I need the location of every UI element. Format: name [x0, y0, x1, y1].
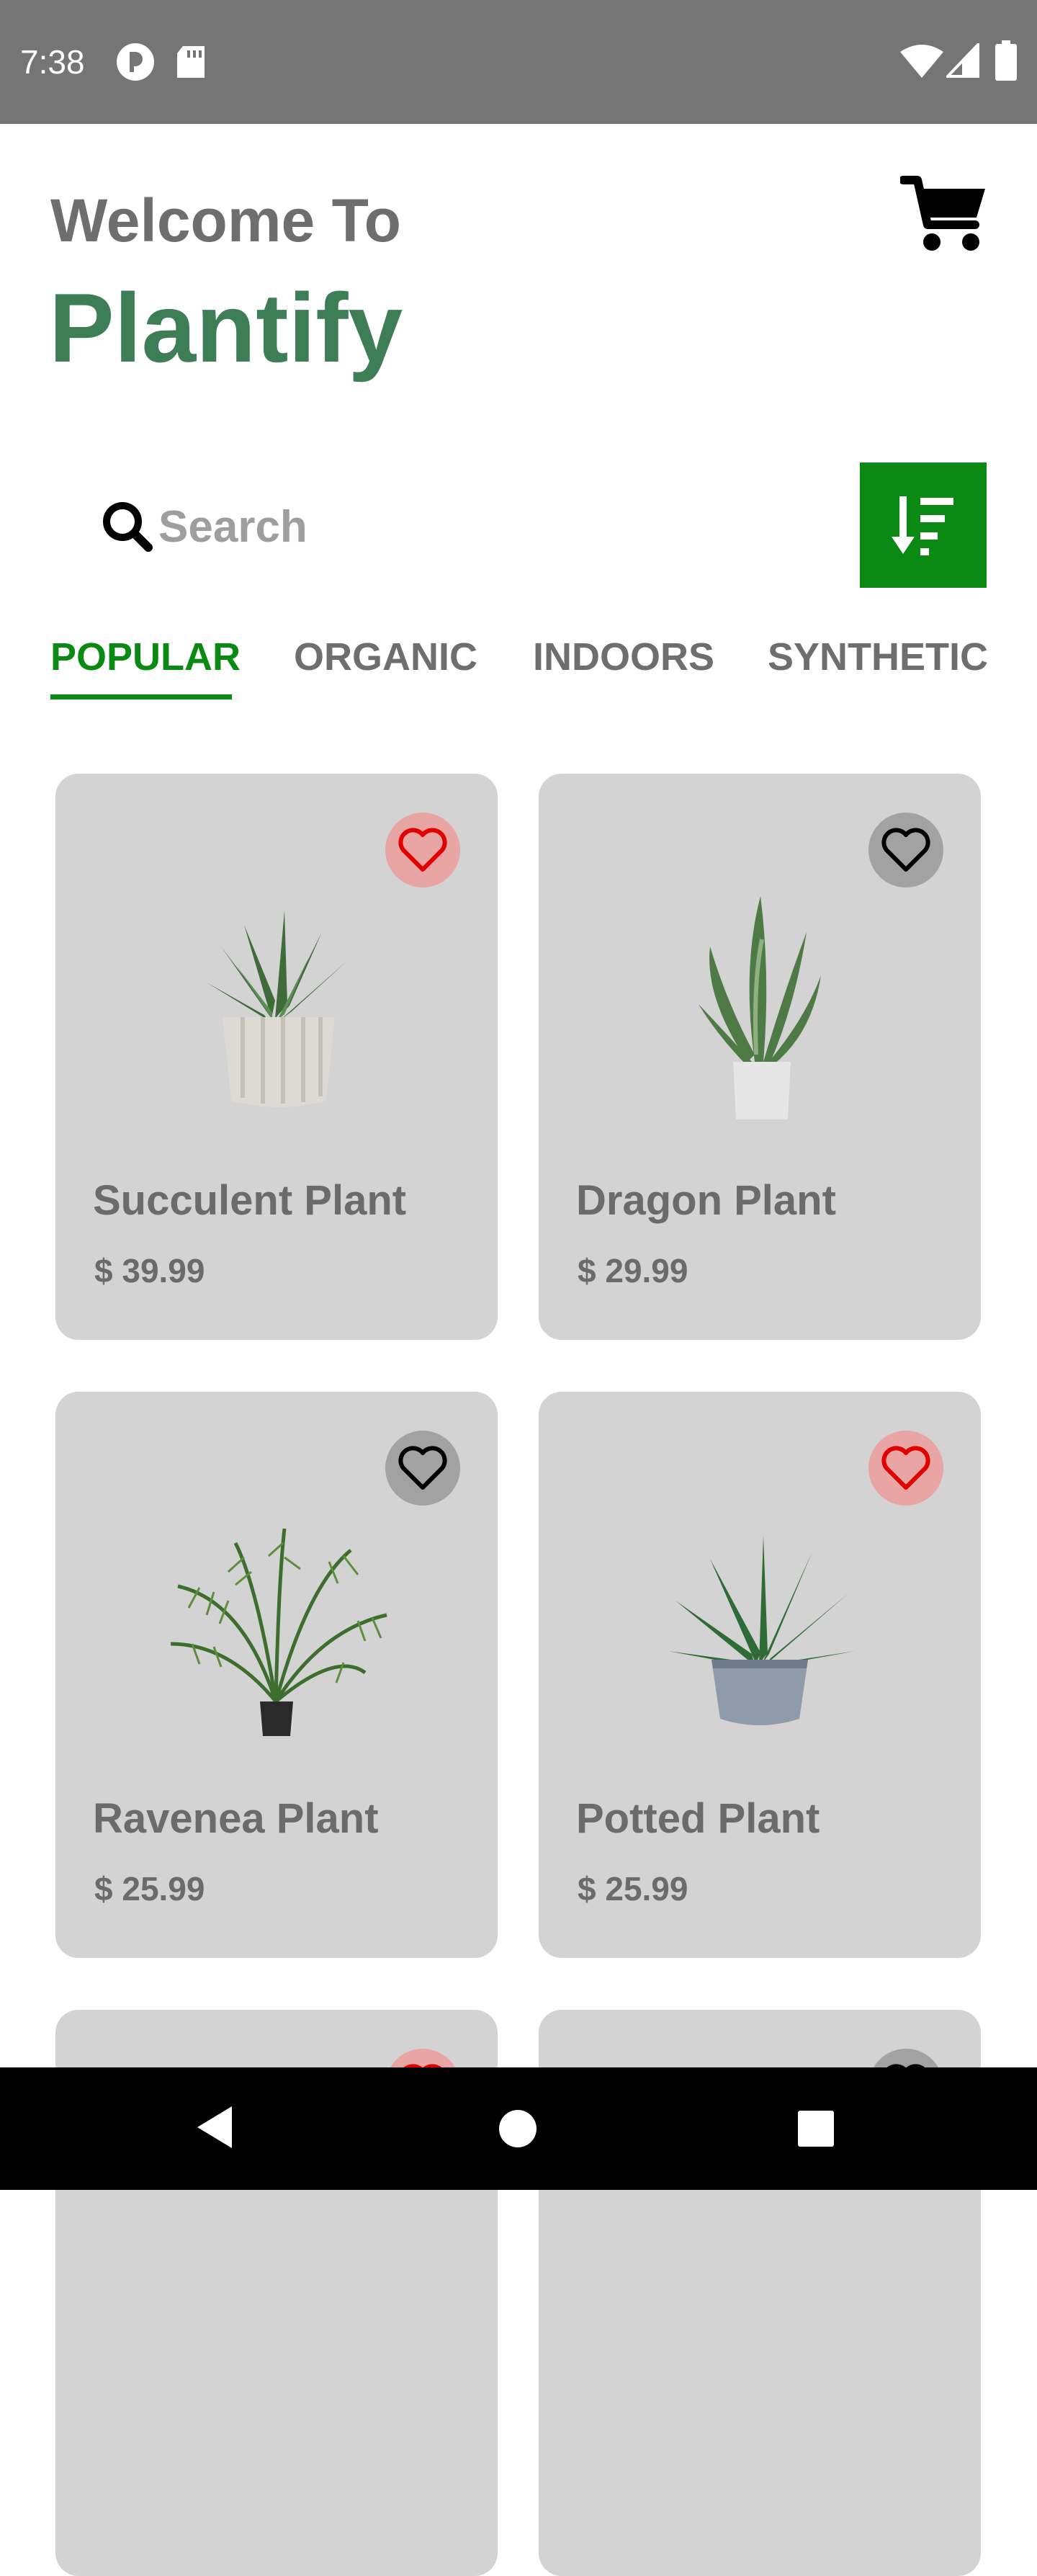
- sort-icon: [892, 496, 953, 555]
- succulent-plant-image: [207, 911, 347, 1107]
- status-time: 7:38: [20, 43, 85, 81]
- welcome-heading: Welcome To: [50, 187, 401, 254]
- product-price: $ 25.99: [94, 1870, 205, 1908]
- favorite-button[interactable]: [385, 1431, 460, 1506]
- heart-icon: [398, 828, 447, 872]
- tab-popular[interactable]: POPULAR: [50, 634, 241, 680]
- cart-icon[interactable]: [900, 173, 988, 254]
- active-tab-indicator: [50, 694, 232, 699]
- ravenea-plant-image: [170, 1528, 387, 1736]
- favorite-button[interactable]: [868, 813, 943, 887]
- tab-synthetic[interactable]: SYNTHETIC: [768, 634, 988, 680]
- recents-icon[interactable]: [796, 2109, 835, 2148]
- favorite-button[interactable]: [385, 813, 460, 887]
- status-bar: 7:38: [0, 0, 1037, 124]
- system-nav-bar: [0, 2067, 1037, 2190]
- heart-icon: [398, 1446, 447, 1490]
- heart-icon: [881, 1446, 930, 1490]
- potted-plant-image: [668, 1536, 856, 1725]
- product-card-dragon[interactable]: Dragon Plant $ 29.99: [539, 774, 981, 1340]
- home-icon[interactable]: [498, 2109, 537, 2148]
- battery-icon: [995, 40, 1017, 81]
- product-name: Succulent Plant: [93, 1177, 407, 1224]
- product-price: $ 29.99: [578, 1252, 688, 1289]
- dragon-plant-image: [699, 896, 821, 1119]
- back-icon[interactable]: [194, 2103, 235, 2151]
- product-card-succulent[interactable]: Succulent Plant $ 39.99: [55, 774, 498, 1340]
- tab-organic[interactable]: ORGANIC: [294, 634, 477, 680]
- favorite-button[interactable]: [868, 1431, 943, 1506]
- app-notification-icon: [117, 43, 154, 81]
- product-card-ravenea[interactable]: Ravenea Plant $ 25.99: [55, 1392, 498, 1958]
- sd-card-icon: [177, 46, 205, 78]
- tab-indoors[interactable]: INDOORS: [533, 634, 714, 680]
- product-price: $ 25.99: [578, 1870, 688, 1908]
- search-icon: [103, 502, 153, 552]
- brand-title: Plantify: [49, 273, 403, 383]
- wifi-icon: [900, 45, 943, 78]
- product-name: Dragon Plant: [576, 1177, 836, 1224]
- signal-icon: [946, 43, 979, 78]
- heart-icon: [881, 828, 930, 872]
- sort-button[interactable]: [860, 462, 987, 588]
- product-name: Potted Plant: [576, 1795, 820, 1842]
- search-input[interactable]: [158, 494, 821, 559]
- product-card-potted[interactable]: Potted Plant $ 25.99: [539, 1392, 981, 1958]
- category-tabs: POPULAR ORGANIC INDOORS SYNTHETIC: [0, 627, 1037, 699]
- product-name: Ravenea Plant: [93, 1795, 379, 1842]
- product-price: $ 39.99: [94, 1252, 205, 1289]
